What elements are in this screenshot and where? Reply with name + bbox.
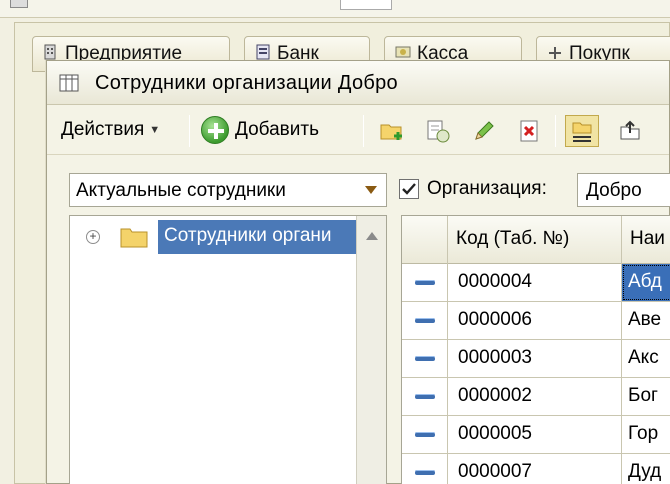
employee-code: 0000003 bbox=[448, 340, 622, 377]
toolbar-separator bbox=[555, 115, 556, 147]
scroll-up-arrow-icon[interactable] bbox=[357, 216, 386, 256]
move-to-folder-button[interactable] bbox=[613, 115, 647, 147]
hierarchy-view-button[interactable] bbox=[565, 115, 599, 147]
organization-label: Организация: bbox=[427, 178, 547, 199]
add-label: Добавить bbox=[235, 119, 319, 140]
employee-name: Абд bbox=[622, 264, 670, 301]
hierarchy-view-icon bbox=[572, 122, 592, 142]
delete-icon bbox=[520, 120, 538, 142]
employee-code: 0000002 bbox=[448, 378, 622, 415]
move-to-folder-icon bbox=[620, 120, 640, 140]
table-row[interactable]: 0000005 Гор bbox=[402, 416, 670, 454]
employees-window: Сотрудники организации Добро Действия ▼ … bbox=[46, 60, 670, 484]
column-header-icon[interactable] bbox=[402, 216, 448, 264]
bank-icon bbox=[256, 44, 270, 60]
employee-row-icon bbox=[402, 416, 448, 453]
employee-filter-select[interactable]: Актуальные сотрудники bbox=[69, 173, 387, 207]
actions-label: Действия bbox=[61, 119, 145, 140]
delete-button[interactable] bbox=[513, 115, 547, 147]
employee-name: Акс bbox=[628, 347, 659, 368]
new-folder-button[interactable] bbox=[375, 115, 409, 147]
employee-row-icon bbox=[402, 264, 448, 301]
new-folder-icon bbox=[380, 124, 402, 140]
tree-scrollbar[interactable] bbox=[356, 216, 386, 484]
employee-code: 0000005 bbox=[448, 416, 622, 453]
employee-code: 0000006 bbox=[448, 302, 622, 339]
tree-item-label: Сотрудники органи bbox=[158, 220, 368, 254]
main-menu-icon[interactable] bbox=[10, 0, 28, 8]
copy-icon bbox=[427, 120, 450, 143]
add-plus-icon bbox=[201, 116, 229, 144]
add-button[interactable]: Добавить bbox=[201, 113, 319, 147]
table-row[interactable]: 0000007 Дуд bbox=[402, 454, 670, 484]
employee-name: Гор bbox=[628, 423, 659, 444]
employee-row-icon bbox=[402, 302, 448, 339]
employee-row-icon bbox=[402, 378, 448, 415]
employee-name: Бог bbox=[628, 385, 658, 406]
folder-icon bbox=[120, 228, 148, 248]
employee-code: 0000004 bbox=[448, 264, 622, 301]
column-header-name[interactable]: Наи bbox=[622, 216, 670, 264]
chevron-down-icon: ▼ bbox=[149, 124, 161, 136]
employee-filter-value: Актуальные сотрудники bbox=[76, 180, 286, 201]
employee-code: 0000007 bbox=[448, 454, 622, 484]
employee-row-icon bbox=[402, 454, 448, 484]
table-row[interactable]: 0000003 Акс bbox=[402, 340, 670, 378]
toolbar-separator bbox=[189, 115, 190, 147]
purchases-icon bbox=[549, 47, 561, 59]
main-window-topbar bbox=[0, 0, 670, 18]
dropdown-arrow-icon[interactable] bbox=[356, 174, 386, 206]
actions-menu-button[interactable]: Действия ▼ bbox=[61, 113, 160, 147]
employee-name: Дуд bbox=[628, 461, 662, 482]
table-list-icon bbox=[59, 74, 79, 92]
organization-checkbox[interactable] bbox=[399, 179, 419, 199]
edit-button[interactable] bbox=[467, 115, 501, 147]
toolbar-separator bbox=[363, 115, 364, 147]
table-row[interactable]: 0000002 Бог bbox=[402, 378, 670, 416]
main-toolbar-field[interactable] bbox=[340, 0, 392, 10]
employee-group-tree[interactable]: + Сотрудники органи bbox=[69, 215, 387, 484]
toolbar: Действия ▼ Добавить bbox=[47, 107, 669, 155]
employees-table[interactable]: Код (Таб. №) Наи 0000004 Абд 0000006 Аве… bbox=[401, 215, 670, 484]
table-row[interactable]: 0000006 Аве bbox=[402, 302, 670, 340]
window-title-bar[interactable]: Сотрудники организации Добро bbox=[47, 61, 669, 105]
column-header-code[interactable]: Код (Таб. №) bbox=[448, 216, 622, 264]
employee-name: Аве bbox=[628, 309, 662, 330]
enterprise-icon bbox=[44, 44, 56, 60]
window-title: Сотрудники организации Добро bbox=[95, 72, 398, 94]
table-row[interactable]: 0000004 Абд bbox=[402, 264, 670, 302]
checkmark-icon bbox=[402, 183, 416, 195]
organization-value: Добро bbox=[586, 180, 642, 201]
edit-pencil-icon bbox=[475, 121, 494, 140]
copy-button[interactable] bbox=[421, 115, 455, 147]
organization-field[interactable]: Добро bbox=[577, 173, 670, 207]
expand-plus-icon[interactable]: + bbox=[86, 230, 100, 244]
employee-row-icon bbox=[402, 340, 448, 377]
tree-item-root[interactable]: + Сотрудники органи bbox=[70, 216, 368, 256]
table-header: Код (Таб. №) Наи bbox=[402, 216, 670, 264]
cash-icon bbox=[395, 46, 411, 58]
